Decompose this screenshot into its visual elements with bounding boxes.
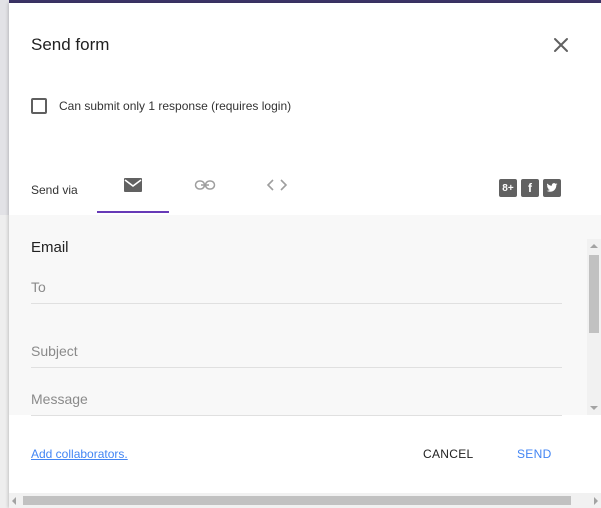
twitter-icon[interactable]	[543, 179, 561, 197]
send-form-dialog: Send form Can submit only 1 response (re…	[9, 3, 601, 508]
embed-code-icon	[266, 179, 288, 191]
scroll-up-arrow-icon[interactable]	[590, 244, 598, 248]
to-field	[31, 279, 562, 304]
twitter-bird-glyph	[546, 183, 558, 192]
backdrop-band	[0, 0, 9, 215]
message-input[interactable]	[31, 391, 562, 415]
single-response-option[interactable]: Can submit only 1 response (requires log…	[31, 98, 291, 114]
to-input[interactable]	[31, 279, 562, 303]
email-icon	[124, 178, 142, 192]
scroll-left-arrow-icon[interactable]	[12, 497, 16, 505]
send-via-bar: Send via 8+ f	[9, 171, 601, 215]
backdrop-edge	[0, 0, 9, 508]
tab-link[interactable]	[169, 171, 241, 213]
facebook-icon[interactable]: f	[521, 179, 539, 197]
google-plus-icon[interactable]: 8+	[499, 179, 517, 197]
send-button[interactable]: SEND	[517, 447, 552, 461]
subject-input[interactable]	[31, 343, 562, 367]
horizontal-scroll-thumb[interactable]	[23, 496, 571, 505]
scroll-down-arrow-icon[interactable]	[590, 406, 598, 410]
close-icon	[554, 38, 568, 52]
scroll-right-arrow-icon[interactable]	[594, 497, 598, 505]
email-heading: Email	[31, 239, 69, 256]
link-icon	[194, 180, 216, 190]
single-response-checkbox[interactable]	[31, 98, 47, 114]
dialog-footer: Add collaborators. CANCEL SEND	[9, 439, 601, 469]
single-response-label: Can submit only 1 response (requires log…	[59, 99, 292, 113]
vertical-scroll-thumb[interactable]	[589, 255, 599, 333]
horizontal-scrollbar[interactable]	[9, 493, 601, 508]
email-panel: Email	[9, 215, 601, 416]
message-field	[31, 391, 562, 416]
tab-embed[interactable]	[241, 171, 313, 213]
page: Send form Can submit only 1 response (re…	[0, 0, 601, 508]
dialog-title: Send form	[31, 35, 110, 54]
send-via-label: Send via	[31, 183, 78, 197]
subject-field	[31, 343, 562, 368]
add-collaborators-link[interactable]: Add collaborators.	[31, 447, 128, 461]
vertical-scrollbar[interactable]	[587, 239, 601, 415]
tab-email[interactable]	[97, 171, 169, 213]
close-button[interactable]	[549, 33, 573, 57]
cancel-button[interactable]: CANCEL	[423, 447, 473, 461]
